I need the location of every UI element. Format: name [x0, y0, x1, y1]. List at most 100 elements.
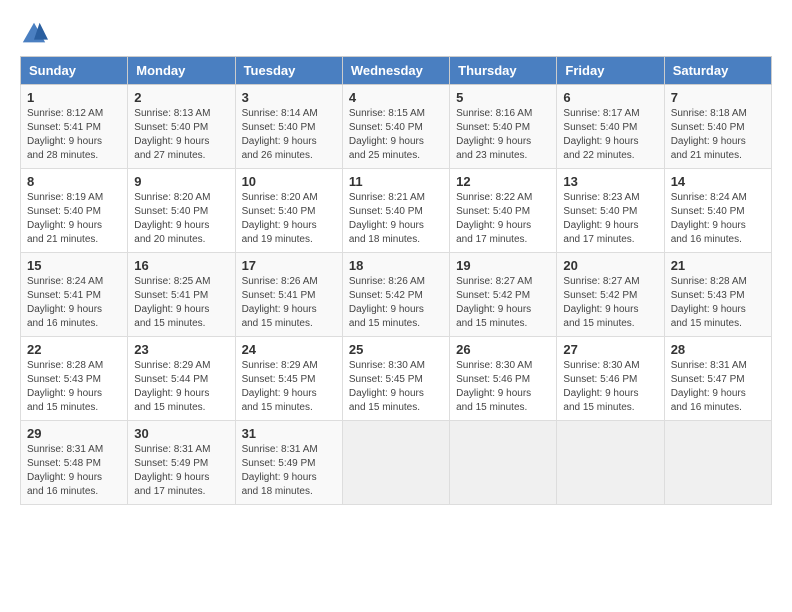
calendar-cell: 2 Sunrise: 8:13 AM Sunset: 5:40 PM Dayli… — [128, 85, 235, 169]
calendar-cell: 9 Sunrise: 8:20 AM Sunset: 5:40 PM Dayli… — [128, 169, 235, 253]
weekday-header-friday: Friday — [557, 57, 664, 85]
calendar-cell: 1 Sunrise: 8:12 AM Sunset: 5:41 PM Dayli… — [21, 85, 128, 169]
calendar-cell: 16 Sunrise: 8:25 AM Sunset: 5:41 PM Dayl… — [128, 253, 235, 337]
day-number: 10 — [242, 174, 336, 189]
weekday-header-thursday: Thursday — [450, 57, 557, 85]
day-number: 2 — [134, 90, 228, 105]
day-number: 14 — [671, 174, 765, 189]
day-info: Sunrise: 8:18 AM Sunset: 5:40 PM Dayligh… — [671, 107, 765, 163]
calendar-cell: 20 Sunrise: 8:27 AM Sunset: 5:42 PM Dayl… — [557, 253, 664, 337]
calendar-cell: 10 Sunrise: 8:20 AM Sunset: 5:40 PM Dayl… — [235, 169, 342, 253]
day-info: Sunrise: 8:19 AM Sunset: 5:40 PM Dayligh… — [27, 191, 121, 247]
day-info: Sunrise: 8:26 AM Sunset: 5:41 PM Dayligh… — [242, 275, 336, 331]
day-number: 9 — [134, 174, 228, 189]
calendar-cell: 13 Sunrise: 8:23 AM Sunset: 5:40 PM Dayl… — [557, 169, 664, 253]
calendar-cell: 4 Sunrise: 8:15 AM Sunset: 5:40 PM Dayli… — [342, 85, 449, 169]
day-number: 24 — [242, 342, 336, 357]
day-info: Sunrise: 8:15 AM Sunset: 5:40 PM Dayligh… — [349, 107, 443, 163]
calendar-cell: 18 Sunrise: 8:26 AM Sunset: 5:42 PM Dayl… — [342, 253, 449, 337]
day-info: Sunrise: 8:21 AM Sunset: 5:40 PM Dayligh… — [349, 191, 443, 247]
day-info: Sunrise: 8:20 AM Sunset: 5:40 PM Dayligh… — [134, 191, 228, 247]
day-number: 22 — [27, 342, 121, 357]
day-number: 29 — [27, 426, 121, 441]
calendar-cell — [664, 421, 771, 505]
day-number: 15 — [27, 258, 121, 273]
day-info: Sunrise: 8:23 AM Sunset: 5:40 PM Dayligh… — [563, 191, 657, 247]
day-number: 20 — [563, 258, 657, 273]
calendar-cell — [342, 421, 449, 505]
day-info: Sunrise: 8:24 AM Sunset: 5:41 PM Dayligh… — [27, 275, 121, 331]
day-info: Sunrise: 8:24 AM Sunset: 5:40 PM Dayligh… — [671, 191, 765, 247]
calendar-cell: 8 Sunrise: 8:19 AM Sunset: 5:40 PM Dayli… — [21, 169, 128, 253]
calendar-cell — [450, 421, 557, 505]
day-number: 5 — [456, 90, 550, 105]
weekday-header-monday: Monday — [128, 57, 235, 85]
calendar-cell: 3 Sunrise: 8:14 AM Sunset: 5:40 PM Dayli… — [235, 85, 342, 169]
calendar-cell: 11 Sunrise: 8:21 AM Sunset: 5:40 PM Dayl… — [342, 169, 449, 253]
day-number: 16 — [134, 258, 228, 273]
day-info: Sunrise: 8:13 AM Sunset: 5:40 PM Dayligh… — [134, 107, 228, 163]
calendar-cell: 26 Sunrise: 8:30 AM Sunset: 5:46 PM Dayl… — [450, 337, 557, 421]
day-info: Sunrise: 8:14 AM Sunset: 5:40 PM Dayligh… — [242, 107, 336, 163]
day-number: 8 — [27, 174, 121, 189]
calendar-cell: 19 Sunrise: 8:27 AM Sunset: 5:42 PM Dayl… — [450, 253, 557, 337]
day-number: 21 — [671, 258, 765, 273]
day-number: 19 — [456, 258, 550, 273]
calendar-cell: 29 Sunrise: 8:31 AM Sunset: 5:48 PM Dayl… — [21, 421, 128, 505]
weekday-header-tuesday: Tuesday — [235, 57, 342, 85]
calendar-cell: 30 Sunrise: 8:31 AM Sunset: 5:49 PM Dayl… — [128, 421, 235, 505]
logo — [20, 20, 52, 48]
calendar-cell: 12 Sunrise: 8:22 AM Sunset: 5:40 PM Dayl… — [450, 169, 557, 253]
day-info: Sunrise: 8:22 AM Sunset: 5:40 PM Dayligh… — [456, 191, 550, 247]
day-info: Sunrise: 8:25 AM Sunset: 5:41 PM Dayligh… — [134, 275, 228, 331]
calendar-cell: 24 Sunrise: 8:29 AM Sunset: 5:45 PM Dayl… — [235, 337, 342, 421]
day-number: 4 — [349, 90, 443, 105]
calendar-cell: 23 Sunrise: 8:29 AM Sunset: 5:44 PM Dayl… — [128, 337, 235, 421]
day-number: 7 — [671, 90, 765, 105]
calendar-cell: 21 Sunrise: 8:28 AM Sunset: 5:43 PM Dayl… — [664, 253, 771, 337]
calendar-cell: 25 Sunrise: 8:30 AM Sunset: 5:45 PM Dayl… — [342, 337, 449, 421]
day-info: Sunrise: 8:26 AM Sunset: 5:42 PM Dayligh… — [349, 275, 443, 331]
day-info: Sunrise: 8:28 AM Sunset: 5:43 PM Dayligh… — [671, 275, 765, 331]
day-info: Sunrise: 8:31 AM Sunset: 5:48 PM Dayligh… — [27, 443, 121, 499]
day-number: 11 — [349, 174, 443, 189]
weekday-header-sunday: Sunday — [21, 57, 128, 85]
day-number: 18 — [349, 258, 443, 273]
day-number: 12 — [456, 174, 550, 189]
day-number: 1 — [27, 90, 121, 105]
day-info: Sunrise: 8:20 AM Sunset: 5:40 PM Dayligh… — [242, 191, 336, 247]
day-info: Sunrise: 8:27 AM Sunset: 5:42 PM Dayligh… — [563, 275, 657, 331]
calendar-cell: 5 Sunrise: 8:16 AM Sunset: 5:40 PM Dayli… — [450, 85, 557, 169]
calendar: SundayMondayTuesdayWednesdayThursdayFrid… — [20, 56, 772, 505]
calendar-cell: 17 Sunrise: 8:26 AM Sunset: 5:41 PM Dayl… — [235, 253, 342, 337]
calendar-cell: 7 Sunrise: 8:18 AM Sunset: 5:40 PM Dayli… — [664, 85, 771, 169]
day-info: Sunrise: 8:29 AM Sunset: 5:45 PM Dayligh… — [242, 359, 336, 415]
weekday-header-saturday: Saturday — [664, 57, 771, 85]
day-info: Sunrise: 8:28 AM Sunset: 5:43 PM Dayligh… — [27, 359, 121, 415]
calendar-cell: 27 Sunrise: 8:30 AM Sunset: 5:46 PM Dayl… — [557, 337, 664, 421]
day-info: Sunrise: 8:16 AM Sunset: 5:40 PM Dayligh… — [456, 107, 550, 163]
day-number: 28 — [671, 342, 765, 357]
day-number: 23 — [134, 342, 228, 357]
day-info: Sunrise: 8:30 AM Sunset: 5:46 PM Dayligh… — [563, 359, 657, 415]
calendar-cell: 14 Sunrise: 8:24 AM Sunset: 5:40 PM Dayl… — [664, 169, 771, 253]
day-number: 30 — [134, 426, 228, 441]
day-number: 3 — [242, 90, 336, 105]
calendar-cell: 31 Sunrise: 8:31 AM Sunset: 5:49 PM Dayl… — [235, 421, 342, 505]
day-info: Sunrise: 8:17 AM Sunset: 5:40 PM Dayligh… — [563, 107, 657, 163]
day-info: Sunrise: 8:30 AM Sunset: 5:46 PM Dayligh… — [456, 359, 550, 415]
day-number: 25 — [349, 342, 443, 357]
day-number: 6 — [563, 90, 657, 105]
day-number: 27 — [563, 342, 657, 357]
day-number: 26 — [456, 342, 550, 357]
calendar-cell: 15 Sunrise: 8:24 AM Sunset: 5:41 PM Dayl… — [21, 253, 128, 337]
logo-icon — [20, 20, 48, 48]
calendar-cell: 22 Sunrise: 8:28 AM Sunset: 5:43 PM Dayl… — [21, 337, 128, 421]
calendar-cell: 28 Sunrise: 8:31 AM Sunset: 5:47 PM Dayl… — [664, 337, 771, 421]
day-info: Sunrise: 8:27 AM Sunset: 5:42 PM Dayligh… — [456, 275, 550, 331]
calendar-cell: 6 Sunrise: 8:17 AM Sunset: 5:40 PM Dayli… — [557, 85, 664, 169]
day-info: Sunrise: 8:31 AM Sunset: 5:47 PM Dayligh… — [671, 359, 765, 415]
day-info: Sunrise: 8:12 AM Sunset: 5:41 PM Dayligh… — [27, 107, 121, 163]
day-info: Sunrise: 8:29 AM Sunset: 5:44 PM Dayligh… — [134, 359, 228, 415]
day-number: 13 — [563, 174, 657, 189]
